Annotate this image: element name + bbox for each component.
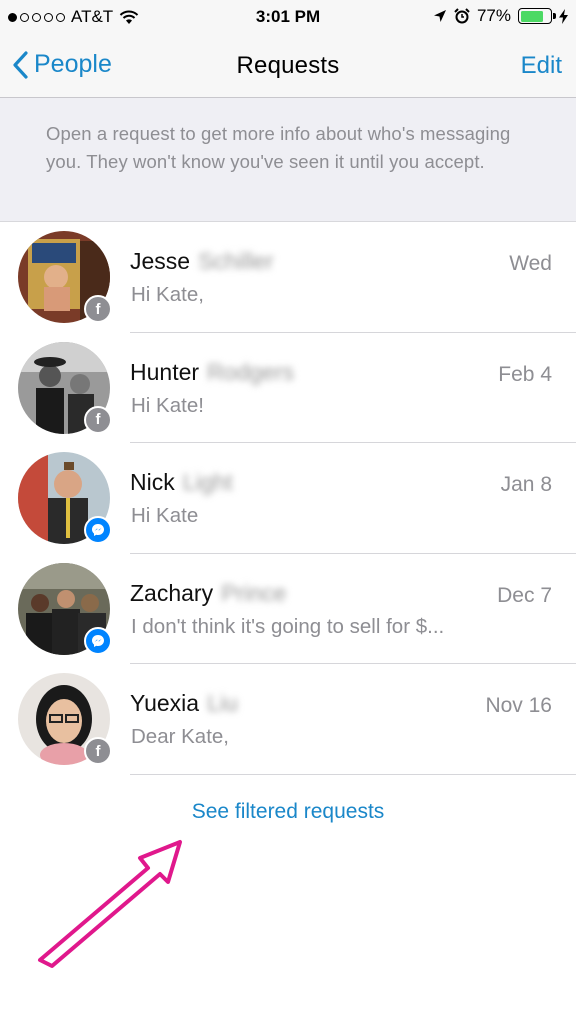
navigation-bar: People Requests Edit bbox=[0, 34, 576, 98]
alarm-clock-icon bbox=[454, 8, 470, 24]
annotation-arrow-icon bbox=[38, 840, 182, 968]
facebook-badge-icon: f bbox=[84, 295, 112, 323]
first-name: Hunter bbox=[130, 358, 200, 385]
request-list: f Jesse Schiller Wed Hi Kate, f Hunter R… bbox=[0, 222, 576, 775]
message-date: Feb 4 bbox=[498, 362, 552, 386]
message-preview: Hi Kate, bbox=[131, 283, 204, 306]
request-row[interactable]: f Yuexia Liu Nov 16 Dear Kate, bbox=[0, 664, 576, 775]
request-row[interactable]: f Jesse Schiller Wed Hi Kate, bbox=[0, 222, 576, 333]
see-filtered-requests-link[interactable]: See filtered requests bbox=[0, 800, 576, 824]
contact-name: Hunter Rodgers bbox=[130, 359, 294, 386]
contact-name: Nick Light bbox=[130, 469, 233, 496]
message-date: Jan 8 bbox=[500, 473, 552, 497]
back-label: People bbox=[34, 50, 112, 78]
blurred-last-name: Liu bbox=[207, 690, 238, 717]
chevron-left-icon bbox=[13, 50, 28, 79]
blurred-last-name: Rodgers bbox=[207, 358, 294, 385]
blurred-last-name: Light bbox=[182, 469, 233, 496]
edit-button[interactable]: Edit bbox=[521, 52, 562, 80]
charging-bolt-icon bbox=[559, 8, 568, 24]
facebook-badge-icon: f bbox=[84, 405, 112, 434]
contact-name: Zachary Prince bbox=[130, 580, 286, 607]
first-name: Jesse bbox=[130, 248, 191, 274]
blurred-last-name: Prince bbox=[221, 579, 287, 606]
facebook-badge-icon: f bbox=[84, 737, 112, 766]
request-row[interactable]: f Hunter Rodgers Feb 4 Hi Kate! bbox=[0, 333, 576, 444]
messenger-badge-icon bbox=[84, 626, 112, 655]
battery-icon bbox=[518, 8, 556, 24]
message-preview: Dear Kate, bbox=[131, 725, 229, 749]
messenger-badge-icon bbox=[84, 516, 112, 545]
first-name: Zachary bbox=[130, 579, 214, 606]
request-row[interactable]: Nick Light Jan 8 Hi Kate bbox=[0, 443, 576, 554]
battery-level bbox=[520, 10, 543, 22]
message-preview: Hi Kate bbox=[131, 504, 199, 528]
contact-name: Yuexia Liu bbox=[130, 690, 238, 717]
contact-name: Jesse Schiller bbox=[130, 248, 274, 275]
message-preview: Hi Kate! bbox=[131, 393, 204, 417]
first-name: Yuexia bbox=[130, 690, 200, 717]
message-date: Dec 7 bbox=[497, 583, 552, 607]
info-banner: Open a request to get more info about wh… bbox=[0, 98, 576, 222]
request-row[interactable]: Zachary Prince Dec 7 I don't think it's … bbox=[0, 554, 576, 665]
message-date: Nov 16 bbox=[485, 694, 552, 718]
message-preview: I don't think it's going to sell for $..… bbox=[131, 614, 445, 638]
battery-percent: 77% bbox=[476, 6, 511, 25]
message-date: Wed bbox=[509, 252, 552, 275]
back-button[interactable]: People bbox=[12, 50, 112, 79]
blurred-last-name: Schiller bbox=[198, 248, 274, 274]
status-right: 77% bbox=[433, 6, 568, 26]
status-bar: AT&T 3:01 PM 77% bbox=[0, 0, 576, 34]
first-name: Nick bbox=[130, 469, 175, 496]
location-arrow-icon bbox=[433, 10, 446, 22]
